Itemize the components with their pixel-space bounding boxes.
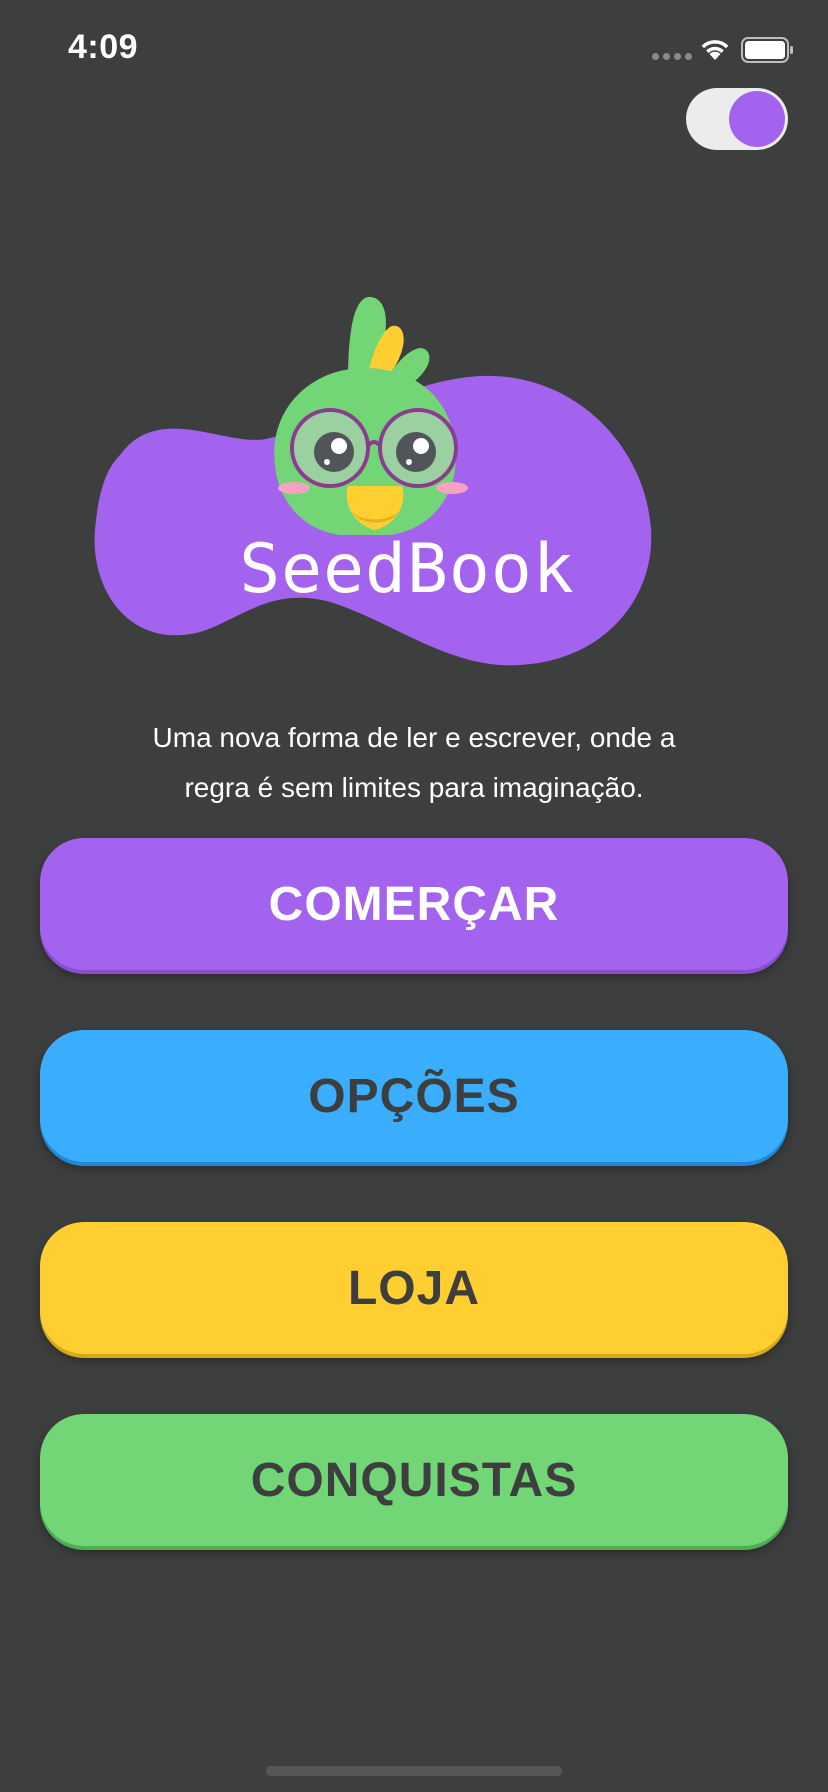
home-indicator[interactable] (266, 1766, 562, 1776)
status-bar: 4:09 (0, 0, 828, 96)
seedbook-logo: SeedBook (90, 290, 740, 720)
theme-toggle[interactable] (686, 88, 788, 150)
tagline: Uma nova forma de ler e escrever, onde a… (64, 713, 764, 813)
brand-name: SeedBook (239, 530, 575, 609)
tagline-line-2: regra é sem limites para imaginação. (184, 772, 644, 803)
wifi-icon (698, 36, 732, 67)
start-button[interactable]: COMERÇAR (40, 838, 788, 970)
tagline-line-1: Uma nova forma de ler e escrever, onde a (152, 722, 676, 753)
shop-button[interactable]: LOJA (40, 1222, 788, 1354)
battery-icon (741, 37, 795, 68)
cellular-signal-icon (652, 53, 692, 60)
mascot-bird-icon (94, 296, 652, 666)
achievements-button[interactable]: CONQUISTAS (40, 1414, 788, 1546)
options-button[interactable]: OPÇÕES (40, 1030, 788, 1162)
status-time: 4:09 (68, 28, 139, 66)
toggle-knob (729, 91, 785, 147)
